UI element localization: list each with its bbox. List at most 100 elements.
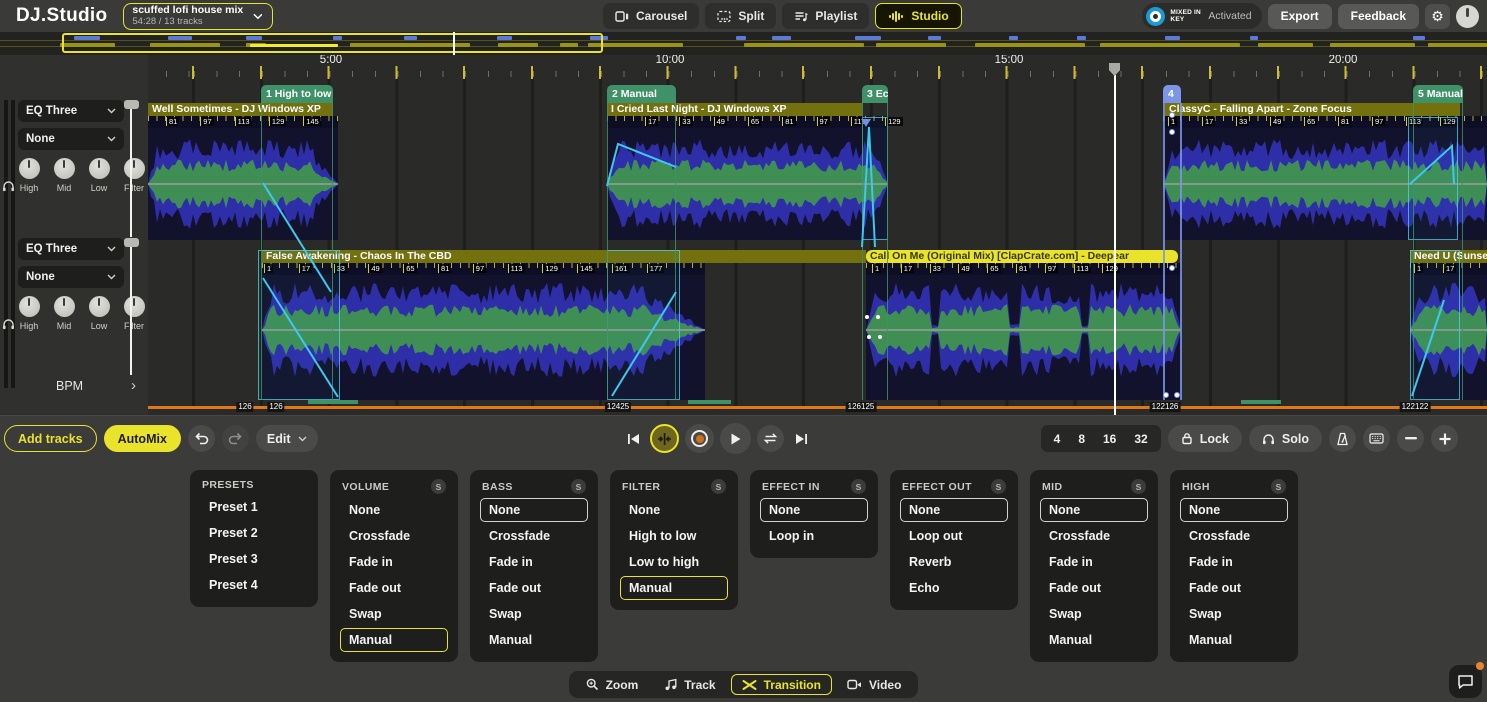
sync-badge[interactable]: S [571, 479, 586, 494]
knob-high[interactable] [19, 296, 40, 317]
option-fade-out[interactable]: Fade out [340, 576, 448, 600]
track-title[interactable]: False Awakening - Chaos In The CBD [262, 250, 866, 263]
option-swap[interactable]: Swap [480, 602, 588, 626]
redo-button[interactable] [222, 425, 249, 452]
tab-playlist[interactable]: Playlist [782, 3, 869, 29]
record-button[interactable] [685, 424, 714, 453]
option-none[interactable]: None [620, 498, 728, 522]
sync-badge[interactable]: S [431, 479, 446, 494]
option-swap[interactable]: Swap [1180, 602, 1288, 626]
option-low-to-high[interactable]: Low to high [620, 550, 728, 574]
fade-handle[interactable] [867, 335, 871, 339]
mix-selector[interactable]: scuffed lofi house mix vc 54:28 / 13 tra… [123, 3, 273, 30]
sync-badge[interactable]: S [1271, 479, 1286, 494]
transition-edge[interactable] [1462, 103, 1463, 400]
transition-edge[interactable] [261, 103, 262, 400]
automix-button[interactable]: AutoMix [104, 425, 181, 452]
solo-button[interactable]: Solo [1249, 425, 1322, 452]
option-preset-4[interactable]: Preset 4 [200, 573, 308, 597]
option-manual[interactable]: Manual [1040, 628, 1148, 652]
overview-playhead[interactable] [453, 32, 455, 55]
knob-low[interactable] [89, 158, 110, 179]
play-button[interactable] [720, 423, 751, 454]
option-manual[interactable]: Manual [1180, 628, 1288, 652]
beat-jump-32[interactable]: 32 [1125, 432, 1156, 446]
sync-badge[interactable]: S [991, 479, 1006, 494]
option-swap[interactable]: Swap [340, 602, 448, 626]
auto-cue-transition-button[interactable] [650, 424, 679, 453]
timeline[interactable]: 5:0010:0015:0020:008197113129145Well Som… [148, 55, 1487, 415]
option-reverb[interactable]: Reverb [900, 550, 1008, 574]
knob-high[interactable] [19, 158, 40, 179]
fx-select[interactable]: None [18, 128, 124, 150]
knob-mid[interactable] [54, 158, 75, 179]
track-title[interactable]: Call On Me (Original Mix) [ClapCrate.com… [866, 250, 1178, 263]
headphones-cue-icon[interactable] [2, 318, 15, 330]
timeline-overview[interactable] [0, 32, 1487, 55]
option-preset-1[interactable]: Preset 1 [200, 495, 308, 519]
sync-badge[interactable]: S [711, 479, 726, 494]
transition-edge[interactable] [887, 103, 888, 400]
cue-marker[interactable] [861, 119, 871, 127]
bpm-section-toggle[interactable]: BPM › [0, 377, 148, 394]
option-none[interactable]: None [340, 498, 448, 522]
option-none[interactable]: None [1180, 498, 1288, 522]
headphones-cue-icon[interactable] [2, 180, 15, 192]
skip-to-end-button[interactable] [790, 424, 812, 454]
mode-zoom[interactable]: Zoom [575, 674, 650, 695]
transition-handle[interactable] [1169, 129, 1175, 135]
knob-mid[interactable] [54, 296, 75, 317]
eq-mode-select[interactable]: EQ Three [18, 100, 124, 122]
option-none[interactable]: None [900, 498, 1008, 522]
deck-volume-fader[interactable] [130, 238, 145, 375]
edit-menu-button[interactable]: Edit [256, 425, 318, 452]
option-crossfade[interactable]: Crossfade [1040, 524, 1148, 548]
fade-handle[interactable] [878, 335, 882, 339]
transition-marker[interactable]: 5 Manual [1413, 85, 1463, 103]
transition-edge[interactable] [332, 103, 333, 400]
fade-handle[interactable] [876, 315, 880, 319]
transition-marker[interactable]: 3 Echo [862, 85, 888, 103]
option-fade-in[interactable]: Fade in [1040, 550, 1148, 574]
zoom-in-button[interactable] [1431, 425, 1458, 452]
fx-select[interactable]: None [18, 266, 124, 288]
sync-badge[interactable]: S [851, 479, 866, 494]
option-manual[interactable]: Manual [340, 628, 448, 652]
mode-transition[interactable]: Transition [731, 674, 832, 695]
skip-to-start-button[interactable] [622, 424, 644, 454]
transition-edge[interactable] [675, 103, 676, 400]
chat-button[interactable] [1449, 665, 1482, 698]
knob-low[interactable] [89, 296, 110, 317]
tab-studio[interactable]: Studio [875, 3, 961, 29]
option-preset-2[interactable]: Preset 2 [200, 521, 308, 545]
transition-edge[interactable] [607, 103, 608, 400]
transition-marker[interactable]: 4 [1163, 85, 1181, 103]
mixedinkey-badge[interactable]: MIXED IN KEY Activated [1142, 3, 1261, 29]
lock-button[interactable]: Lock [1168, 425, 1242, 452]
option-none[interactable]: None [480, 498, 588, 522]
transition-marker[interactable]: 2 Manual [607, 85, 676, 103]
tab-carousel[interactable]: Carousel [603, 3, 699, 29]
track-block[interactable]: 1173349658197113129 [866, 263, 1181, 400]
transition-handle[interactable] [1169, 265, 1175, 271]
option-swap[interactable]: Swap [1040, 602, 1148, 626]
option-fade-in[interactable]: Fade in [1180, 550, 1288, 574]
fade-handle[interactable] [865, 315, 869, 319]
transition-handle[interactable] [1174, 392, 1180, 398]
transition-edge[interactable] [1163, 103, 1165, 400]
track-block[interactable]: 173349658197113129 [607, 116, 888, 240]
transition-marker[interactable]: 1 High to low [261, 85, 333, 103]
option-fade-in[interactable]: Fade in [340, 550, 448, 574]
option-fade-out[interactable]: Fade out [1180, 576, 1288, 600]
sync-badge[interactable]: S [1131, 479, 1146, 494]
option-crossfade[interactable]: Crossfade [340, 524, 448, 548]
option-none[interactable]: None [1040, 498, 1148, 522]
deck-volume-fader[interactable] [130, 100, 145, 237]
track-block[interactable]: 8197113129145 [148, 116, 338, 240]
option-loop-out[interactable]: Loop out [900, 524, 1008, 548]
track-title[interactable]: ClassyC - Falling Apart - Zone Focus [1165, 103, 1460, 116]
mode-video[interactable]: Video [836, 674, 912, 695]
transition-edge[interactable] [1180, 103, 1182, 400]
mode-track[interactable]: Track [653, 674, 726, 695]
beat-jump-4[interactable]: 4 [1045, 432, 1070, 446]
